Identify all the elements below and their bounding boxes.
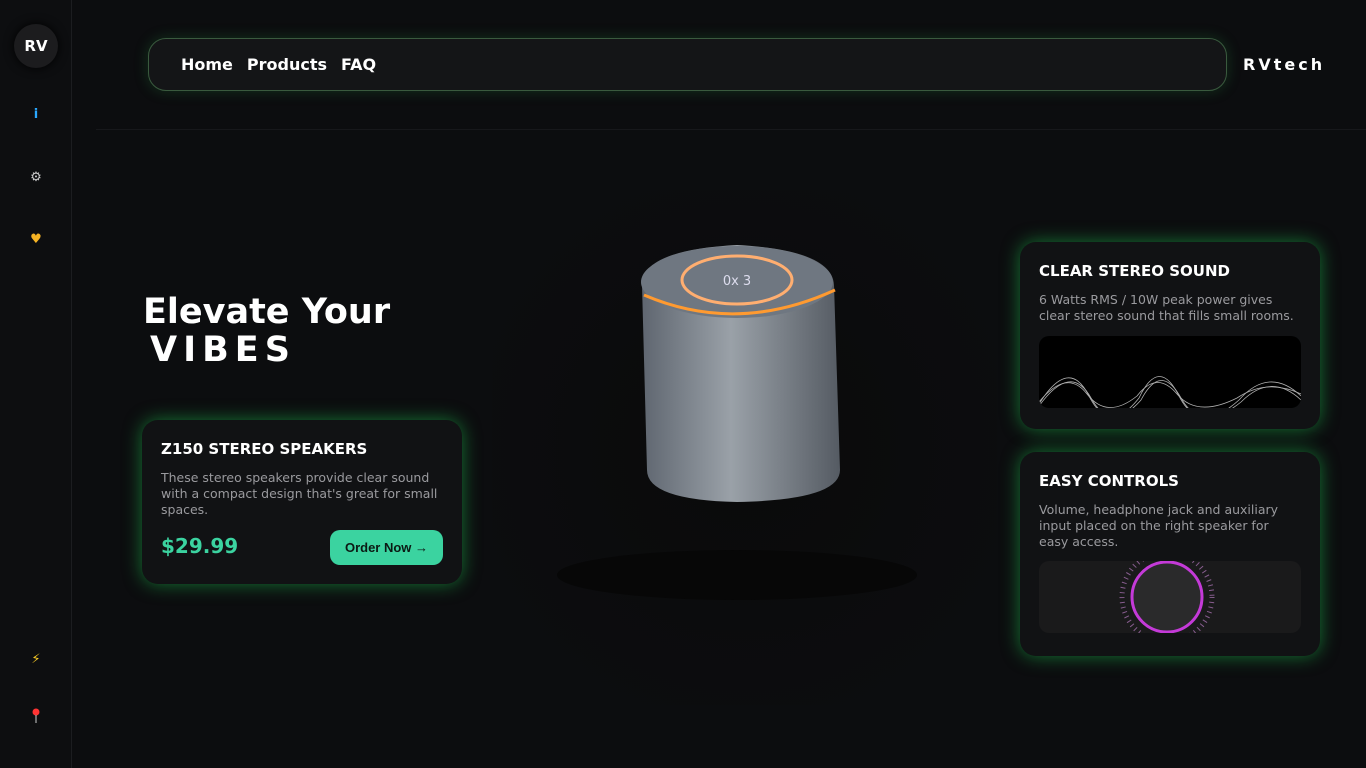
product-price: $29.99	[161, 534, 239, 558]
waveform-image	[1039, 336, 1301, 408]
product-description: These stereo speakers provide clear soun…	[161, 470, 438, 517]
logo[interactable]: RV	[14, 24, 58, 68]
hero-title: Elevate Your	[143, 292, 391, 332]
product-image: 0x 3	[492, 190, 997, 705]
top-nav: Home Products FAQ	[148, 38, 1227, 91]
product-title: Z150 STEREO SPEAKERS	[161, 440, 368, 458]
speaker-display: 0x 3	[723, 274, 751, 289]
volume-knob-image	[1039, 561, 1301, 633]
order-now-button[interactable]: Order Now →	[330, 530, 443, 565]
nav-faq[interactable]: FAQ	[341, 55, 376, 74]
feature-title: EASY CONTROLS	[1039, 472, 1179, 490]
pin-icon[interactable]	[0, 708, 72, 728]
divider	[96, 129, 1366, 130]
feature-card-sound: CLEAR STEREO SOUND 6 Watts RMS / 10W pea…	[1020, 242, 1320, 429]
product-card: Z150 STEREO SPEAKERS These stereo speake…	[142, 420, 462, 584]
brand-name[interactable]: RVtech	[1243, 55, 1325, 74]
sidebar: RV i ⚙ ♥ ⚡	[0, 0, 72, 768]
feature-description: Volume, headphone jack and auxiliary inp…	[1039, 502, 1279, 549]
info-icon[interactable]: i	[0, 107, 72, 122]
feature-title: CLEAR STEREO SOUND	[1039, 262, 1230, 280]
nav-products[interactable]: Products	[247, 55, 327, 74]
gear-icon[interactable]: ⚙	[0, 170, 72, 185]
feature-card-controls: EASY CONTROLS Volume, headphone jack and…	[1020, 452, 1320, 656]
lightning-icon[interactable]: ⚡	[0, 652, 72, 667]
hero-subtitle: VIBES	[150, 330, 296, 370]
nav-home[interactable]: Home	[181, 55, 233, 74]
heart-hands-icon[interactable]: ♥	[0, 232, 72, 247]
feature-description: 6 Watts RMS / 10W peak power gives clear…	[1039, 292, 1294, 323]
speaker-image: 0x 3	[557, 245, 917, 600]
